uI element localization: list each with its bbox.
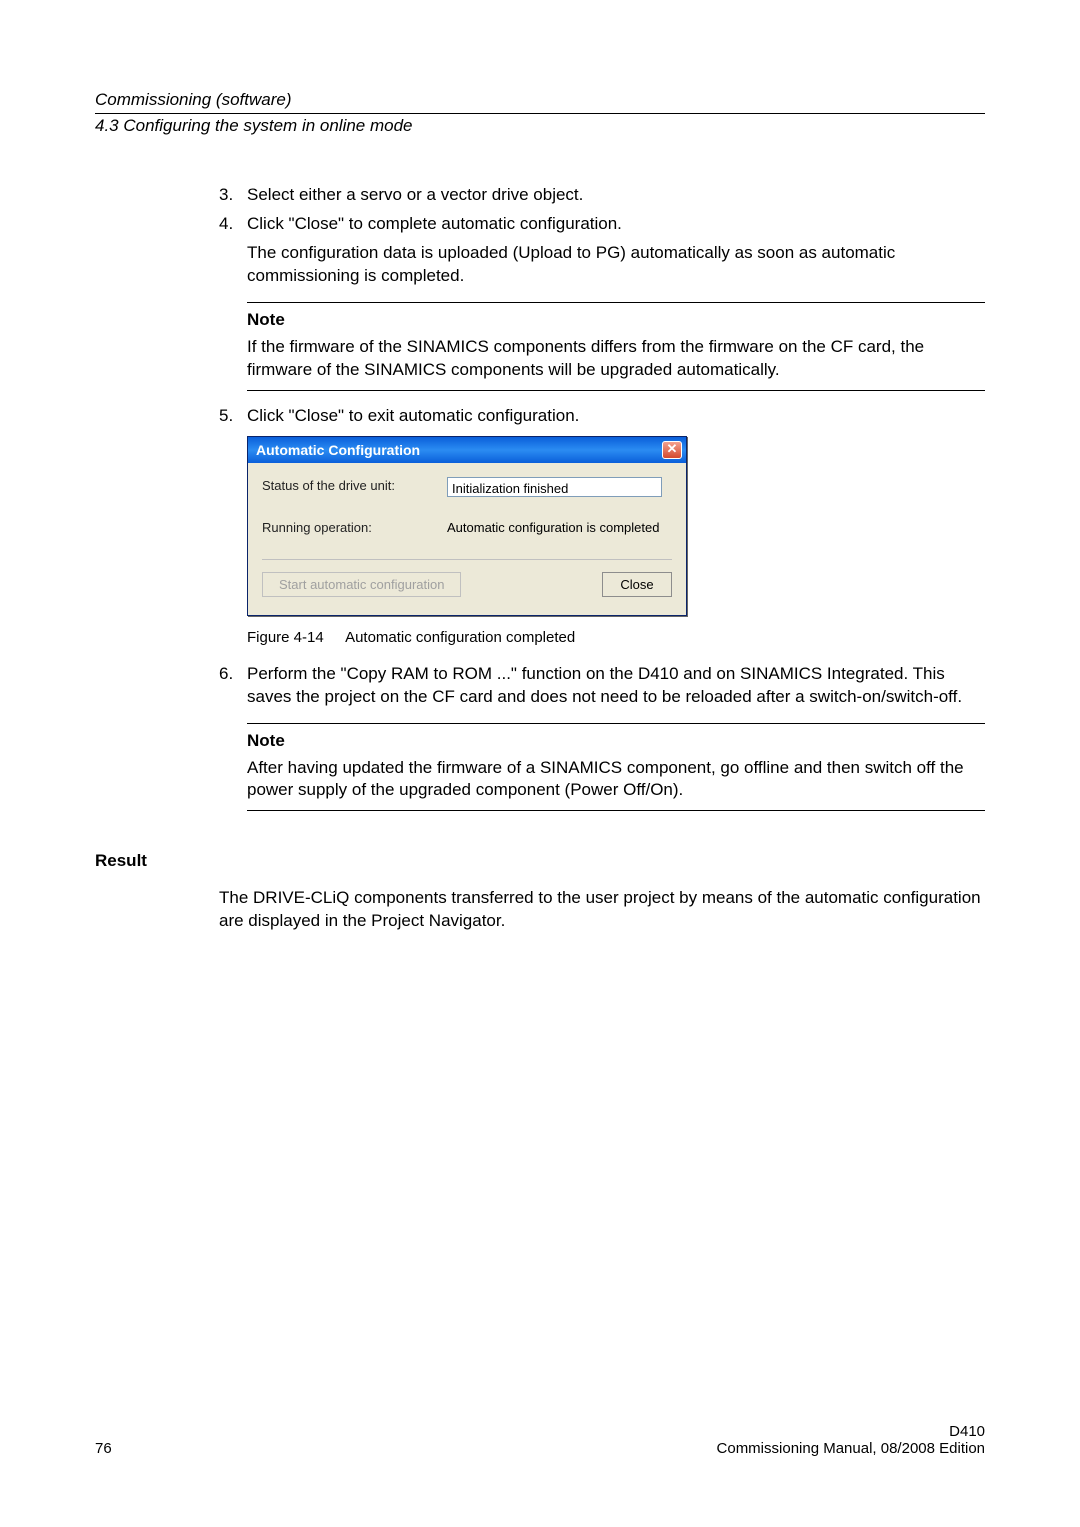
figure-caption: Figure 4-14 Automatic configuration comp… [247, 628, 985, 648]
note-2-text: After having updated the firmware of a S… [247, 757, 985, 803]
page-number: 76 [95, 1440, 112, 1457]
dialog-titlebar[interactable]: Automatic Configuration ✕ [248, 437, 686, 464]
dialog-screenshot: Automatic Configuration ✕ Status of the … [247, 436, 985, 617]
footer-doc-id: D410 [717, 1423, 985, 1440]
step-5: 5. Click "Close" to exit automatic confi… [219, 405, 985, 428]
dialog-title: Automatic Configuration [256, 441, 420, 460]
note-2: Note After having updated the firmware o… [247, 723, 985, 812]
note-1-title: Note [247, 309, 985, 332]
step-3-num: 3. [219, 184, 233, 207]
note-1: Note If the firmware of the SINAMICS com… [247, 302, 985, 391]
header-subtitle: 4.3 Configuring the system in online mod… [95, 113, 985, 136]
step-3: 3. Select either a servo or a vector dri… [219, 184, 985, 207]
step-5-text: Click "Close" to exit automatic configur… [247, 406, 579, 425]
close-button[interactable]: Close [602, 572, 672, 598]
step-4-sub: The configuration data is uploaded (Uplo… [247, 242, 985, 288]
header-title: Commissioning (software) [95, 90, 985, 110]
start-auto-config-button: Start automatic configuration [262, 572, 461, 598]
automatic-configuration-dialog: Automatic Configuration ✕ Status of the … [247, 436, 687, 617]
step-6-num: 6. [219, 663, 233, 686]
figure-number: Figure 4-14 [247, 628, 324, 648]
step-4-num: 4. [219, 213, 233, 236]
note-1-text: If the firmware of the SINAMICS componen… [247, 336, 985, 382]
running-op-value: Automatic configuration is completed [447, 519, 662, 537]
result-heading: Result [95, 851, 985, 871]
step-3-text: Select either a servo or a vector drive … [247, 185, 583, 204]
step-6: 6. Perform the "Copy RAM to ROM ..." fun… [219, 663, 985, 709]
step-4: 4. Click "Close" to complete automatic c… [219, 213, 985, 236]
footer-doc-edition: Commissioning Manual, 08/2008 Edition [717, 1440, 985, 1457]
close-icon[interactable]: ✕ [662, 441, 682, 459]
step-6-text: Perform the "Copy RAM to ROM ..." functi… [247, 664, 962, 706]
status-label: Status of the drive unit: [262, 477, 447, 495]
main-content: 3. Select either a servo or a vector dri… [219, 184, 985, 811]
step-4-text: Click "Close" to complete automatic conf… [247, 214, 622, 233]
running-op-label: Running operation: [262, 519, 447, 537]
figure-text: Automatic configuration completed [345, 629, 575, 646]
status-value: Initialization finished [447, 477, 662, 497]
step-5-num: 5. [219, 405, 233, 428]
result-text: The DRIVE-CLiQ components transferred to… [219, 887, 985, 933]
page-footer: 76 D410 Commissioning Manual, 08/2008 Ed… [95, 1423, 985, 1457]
note-2-title: Note [247, 730, 985, 753]
